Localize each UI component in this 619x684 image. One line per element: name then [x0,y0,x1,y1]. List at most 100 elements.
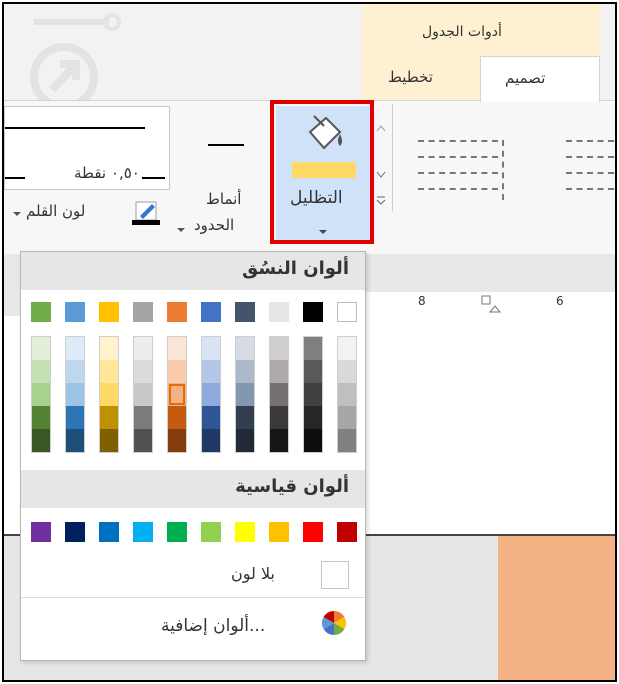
shade-swatch[interactable] [168,406,186,429]
no-color-option[interactable]: بلا لون [231,564,275,583]
theme-color-swatch[interactable] [65,302,85,322]
more-colors-option[interactable]: ألوان إضافية... [161,616,265,636]
shade-swatch[interactable] [32,383,50,406]
standard-color-swatch[interactable] [31,522,51,542]
standard-color-swatch[interactable] [303,522,323,542]
border-style-option[interactable] [418,140,504,210]
shade-swatch[interactable] [270,360,288,383]
shade-swatch[interactable] [100,383,118,406]
shade-swatch[interactable] [168,360,186,383]
standard-color-swatch[interactable] [133,522,153,542]
scroll-up-icon[interactable] [376,124,386,132]
shade-swatch[interactable] [304,406,322,429]
theme-shade-column [65,336,85,453]
pen-color-label[interactable]: لون القلم [26,202,85,220]
shade-swatch[interactable] [304,337,322,360]
theme-shade-column [31,336,51,453]
theme-shade-column [303,336,323,453]
no-color-swatch[interactable] [321,561,349,589]
standard-color-swatch[interactable] [337,522,357,542]
theme-colors-header: ألوان النسُق [21,252,365,290]
shade-swatch[interactable] [66,337,84,360]
shading-color-menu: ألوان النسُق ألوان قياسية بلا لون ألوان … [20,251,366,661]
shade-swatch[interactable] [270,406,288,429]
table-cell-shaded[interactable] [498,536,615,680]
shade-swatch[interactable] [338,406,356,429]
shade-swatch[interactable] [304,383,322,406]
shade-swatch[interactable] [66,360,84,383]
shade-swatch[interactable] [32,429,50,452]
standard-color-swatch[interactable] [235,522,255,542]
shade-swatch[interactable] [134,337,152,360]
shade-swatch[interactable] [168,337,186,360]
shade-swatch[interactable] [100,337,118,360]
shade-swatch[interactable] [32,360,50,383]
shade-swatch[interactable] [134,360,152,383]
shade-swatch[interactable] [32,337,50,360]
dropdown-arrow-icon[interactable] [176,220,186,232]
shade-swatch[interactable] [236,337,254,360]
shade-swatch[interactable] [202,429,220,452]
shade-swatch[interactable] [270,337,288,360]
shade-swatch[interactable] [338,429,356,452]
theme-color-swatch[interactable] [269,302,289,322]
shade-swatch[interactable] [100,429,118,452]
shade-swatch[interactable] [338,383,356,406]
dropdown-arrow-icon[interactable] [12,204,22,216]
shade-swatch[interactable] [270,429,288,452]
shade-swatch[interactable] [270,383,288,406]
shade-swatch[interactable] [134,406,152,429]
theme-shade-column [133,336,153,453]
scroll-down-icon[interactable] [376,170,386,178]
shade-swatch[interactable] [202,337,220,360]
shade-swatch[interactable] [134,429,152,452]
shade-swatch[interactable] [236,383,254,406]
theme-color-swatch[interactable] [167,302,187,322]
table-cell[interactable] [364,536,500,680]
shade-swatch[interactable] [134,383,152,406]
border-styles-gallery[interactable] [370,104,615,214]
theme-colors-title: ألوان النسُق [242,258,349,279]
shade-swatch[interactable] [100,406,118,429]
standard-color-swatch[interactable] [167,522,187,542]
shade-swatch[interactable] [66,383,84,406]
shade-swatch[interactable] [66,406,84,429]
shade-swatch[interactable] [236,360,254,383]
theme-color-swatch[interactable] [303,302,323,322]
border-styles-label-line2: الحدود [194,216,235,234]
border-style-option[interactable] [566,140,614,210]
shade-swatch[interactable] [304,360,322,383]
shade-swatch[interactable] [168,429,186,452]
column-marker-icon[interactable] [480,294,502,314]
gallery-more-icon[interactable] [376,196,386,206]
standard-color-swatch[interactable] [65,522,85,542]
shade-swatch[interactable] [202,383,220,406]
shade-swatch[interactable] [32,406,50,429]
shade-swatch[interactable] [236,406,254,429]
shade-swatch[interactable] [66,429,84,452]
theme-color-swatch[interactable] [201,302,221,322]
standard-color-swatch[interactable] [269,522,289,542]
theme-color-swatch[interactable] [99,302,119,322]
shade-swatch[interactable] [236,429,254,452]
pen-color-icon[interactable] [132,200,162,226]
theme-color-swatch[interactable] [31,302,51,322]
shade-swatch[interactable] [338,360,356,383]
theme-color-swatch[interactable] [133,302,153,322]
standard-color-swatch[interactable] [201,522,221,542]
tab-layout[interactable]: تخطيط [388,68,433,86]
gallery-scroll[interactable] [370,104,393,212]
app-window: أدوات الجدول تخطيط تصميم ٠,٥٠ نقطة لون ا… [2,2,617,682]
tab-design[interactable]: تصميم [480,56,600,102]
shade-swatch[interactable] [100,360,118,383]
shade-swatch[interactable] [202,360,220,383]
shade-swatch[interactable] [168,383,186,406]
theme-color-swatch[interactable] [337,302,357,322]
theme-color-swatch[interactable] [235,302,255,322]
context-title: أدوات الجدول [422,24,502,40]
pen-weight-label: ٠,٥٠ نقطة [72,164,142,182]
shade-swatch[interactable] [202,406,220,429]
shade-swatch[interactable] [304,429,322,452]
shade-swatch[interactable] [338,337,356,360]
standard-color-swatch[interactable] [99,522,119,542]
